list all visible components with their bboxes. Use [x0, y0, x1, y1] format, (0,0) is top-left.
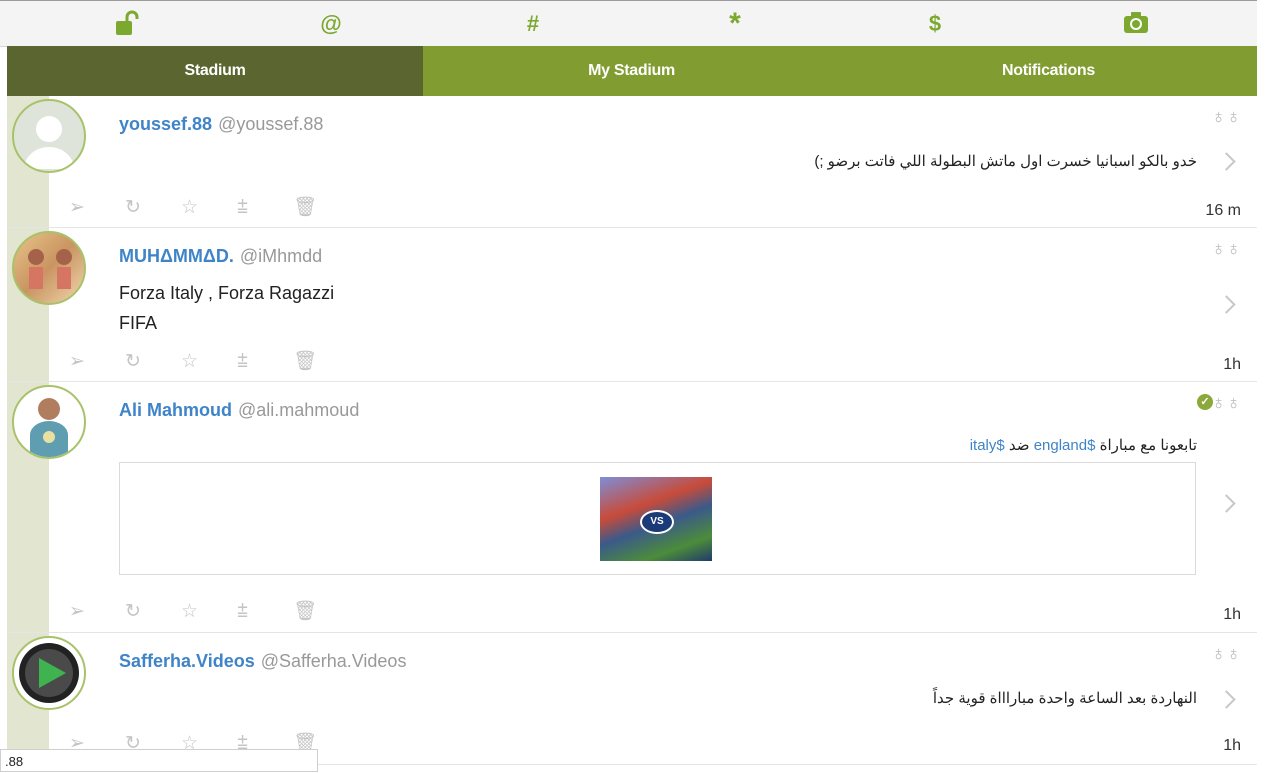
post-item[interactable]: Ali Mahmoud @ali.mahmoud ✓ ♁♁ تابعونا مع …: [7, 382, 1257, 633]
trash-icon[interactable]: 🗑: [293, 195, 349, 219]
share-icon[interactable]: ⩲: [237, 197, 293, 219]
send-icon[interactable]: ➢: [69, 600, 125, 623]
timestamp: 1h: [1223, 606, 1241, 623]
username[interactable]: youssef.88: [119, 114, 212, 134]
post-actions: ➢ ↻ ☆ ⩲ 🗑: [69, 195, 349, 219]
share-icon[interactable]: ⩲: [237, 351, 293, 373]
chevron-right-icon[interactable]: [1217, 494, 1236, 513]
tab-stadium[interactable]: Stadium: [7, 46, 423, 96]
retweet-icon[interactable]: ↻: [125, 350, 181, 373]
post-text: تابعونا مع مباراة $england ضد $italy: [970, 436, 1197, 454]
post-text-line: Forza Italy , Forza Ragazzi: [119, 283, 335, 303]
star-icon[interactable]: ☆: [181, 196, 237, 219]
post-text: النهاردة بعد الساعة واحدة مباراااة قوية …: [932, 690, 1197, 707]
trash-icon[interactable]: 🗑: [293, 349, 349, 373]
vs-badge: VS: [640, 510, 674, 534]
handle[interactable]: @iMhmdd: [240, 246, 322, 266]
tab-my-stadium[interactable]: My Stadium: [423, 46, 840, 96]
glasses-icon[interactable]: ♁♁: [1211, 106, 1241, 129]
handle[interactable]: @ali.mahmoud: [238, 400, 359, 420]
tab-notifications[interactable]: Notifications: [840, 46, 1257, 96]
timestamp: 1h: [1223, 737, 1241, 754]
cashtag-link[interactable]: $england: [1034, 437, 1096, 454]
retweet-icon[interactable]: ↻: [125, 600, 181, 623]
star-icon[interactable]: ☆: [181, 600, 237, 623]
glasses-icon[interactable]: ♁♁: [1211, 238, 1241, 261]
post-actions: ➢ ↻ ☆ ⩲ 🗑: [69, 349, 349, 373]
at-icon[interactable]: @: [316, 10, 346, 38]
post-header: youssef.88 @youssef.88: [119, 114, 323, 135]
post-header: Ali Mahmoud @ali.mahmoud: [119, 400, 359, 421]
post-header: Safferha.Videos @Safferha.Videos: [119, 651, 406, 672]
post-text: خدو بالكو اسبانيا خسرت اول ماتش البطولة …: [814, 153, 1197, 170]
share-icon[interactable]: ⩲: [237, 601, 293, 623]
trash-icon[interactable]: 🗑: [293, 599, 349, 623]
star-icon[interactable]: ☆: [181, 350, 237, 373]
avatar[interactable]: [12, 636, 86, 710]
post-item[interactable]: Safferha.Videos @Safferha.Videos ♁♁ النها…: [7, 633, 1257, 765]
timestamp: 1h: [1223, 356, 1241, 373]
handle[interactable]: @youssef.88: [218, 114, 323, 134]
chevron-right-icon[interactable]: [1217, 152, 1236, 171]
post-item[interactable]: youssef.88 @youssef.88 ♁♁ خدو بالكو اسبان…: [7, 96, 1257, 228]
asterisk-icon[interactable]: *: [720, 9, 750, 39]
post-text-part: تابعونا مع مباراة: [1099, 437, 1197, 454]
main-tabs: Stadium My Stadium Notifications: [7, 46, 1257, 96]
retweet-icon[interactable]: ↻: [125, 196, 181, 219]
media-attachment[interactable]: VS: [119, 462, 1196, 575]
avatar[interactable]: [12, 231, 86, 305]
avatar[interactable]: [12, 385, 86, 459]
post-item[interactable]: MUHΔMMΔD. @iMhmdd ♁♁ Forza Italy , Forza …: [7, 228, 1257, 382]
glasses-icon[interactable]: ♁♁: [1211, 643, 1241, 666]
status-bar: .88: [0, 749, 318, 772]
handle[interactable]: @Safferha.Videos: [261, 651, 407, 671]
media-thumbnail[interactable]: VS: [600, 477, 712, 561]
send-icon[interactable]: ➢: [69, 350, 125, 373]
post-text-part: ضد: [1008, 437, 1030, 454]
timestamp: 16 m: [1205, 202, 1241, 219]
post-actions: ➢ ↻ ☆ ⩲ 🗑: [69, 599, 349, 623]
avatar[interactable]: [12, 99, 86, 173]
send-icon[interactable]: ➢: [69, 196, 125, 219]
post-text-line: FIFA: [119, 313, 158, 333]
username[interactable]: MUHΔMMΔD.: [119, 246, 234, 266]
post-text: Forza Italy , Forza Ragazzi FIFA: [119, 278, 334, 338]
cashtag-link[interactable]: $italy: [970, 437, 1005, 454]
top-toolbar: @ # * $: [0, 0, 1257, 47]
username[interactable]: Safferha.Videos: [119, 651, 255, 671]
hash-icon[interactable]: #: [518, 10, 548, 38]
chevron-right-icon[interactable]: [1217, 295, 1236, 314]
glasses-icon[interactable]: ♁♁: [1211, 392, 1241, 415]
camera-icon[interactable]: [1121, 10, 1151, 38]
chevron-right-icon[interactable]: [1217, 690, 1236, 709]
username[interactable]: Ali Mahmoud: [119, 400, 232, 420]
dollar-icon[interactable]: $: [920, 10, 950, 38]
post-header: MUHΔMMΔD. @iMhmdd: [119, 246, 322, 267]
unlock-icon[interactable]: [113, 10, 143, 38]
